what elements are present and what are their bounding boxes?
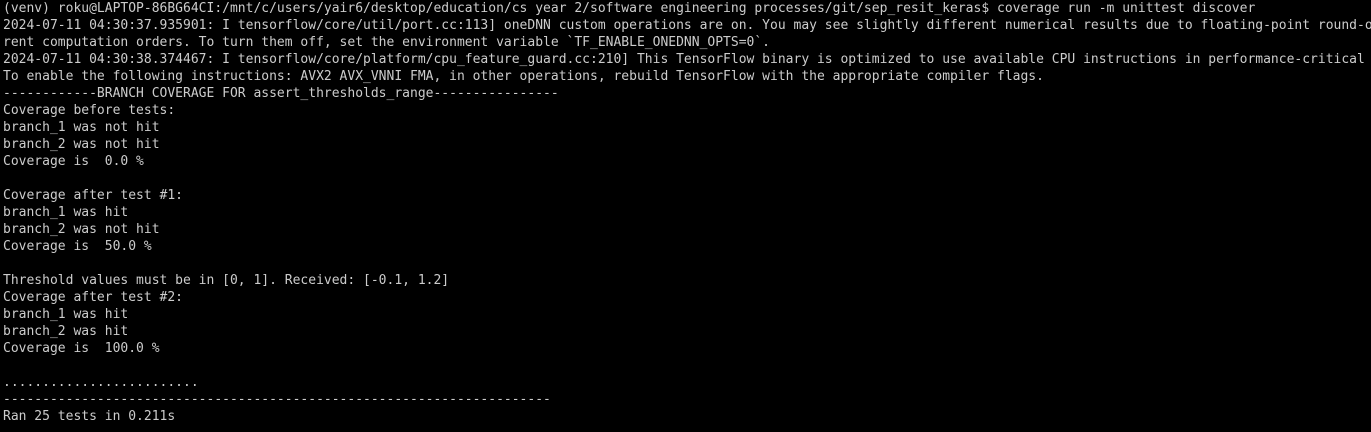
output-line: Coverage before tests: [3,103,176,118]
output-line: branch_1 was hit [3,205,129,220]
prompt-command-line: (venv) roku@LAPTOP-86BG64CI:/mnt/c/users… [3,1,1256,16]
coverage-header-line: ------------BRANCH COVERAGE FOR assert_t… [3,86,559,101]
output-line: Coverage after test #1: [3,188,184,203]
test-progress-dots: ......................... [3,375,199,390]
output-line: Coverage is 50.0 % [3,239,152,254]
tensorflow-log-line: 2024-07-11 04:30:38.374467: I tensorflow… [3,52,1371,67]
output-line: Coverage is 100.0 % [3,341,160,356]
output-line: branch_2 was not hit [3,222,160,237]
tensorflow-log-line: To enable the following instructions: AV… [3,69,1044,84]
output-line: Threshold values must be in [0, 1]. Rece… [3,273,450,288]
tensorflow-log-line: rent computation orders. To turn them of… [3,35,771,50]
terminal-output: (venv) roku@LAPTOP-86BG64CI:/mnt/c/users… [3,0,1371,425]
test-summary-line: Ran 25 tests in 0.211s [3,409,176,424]
output-line: branch_1 was not hit [3,120,160,135]
output-line: branch_1 was hit [3,307,129,322]
separator-line: ----------------------------------------… [3,392,551,407]
output-line: Coverage after test #2: [3,290,184,305]
output-line: Coverage is 0.0 % [3,154,144,169]
output-line: branch_2 was not hit [3,137,160,152]
terminal-window[interactable]: (venv) roku@LAPTOP-86BG64CI:/mnt/c/users… [0,0,1371,432]
tensorflow-log-line: 2024-07-11 04:30:37.935901: I tensorflow… [3,18,1371,33]
output-line: branch_2 was hit [3,324,129,339]
